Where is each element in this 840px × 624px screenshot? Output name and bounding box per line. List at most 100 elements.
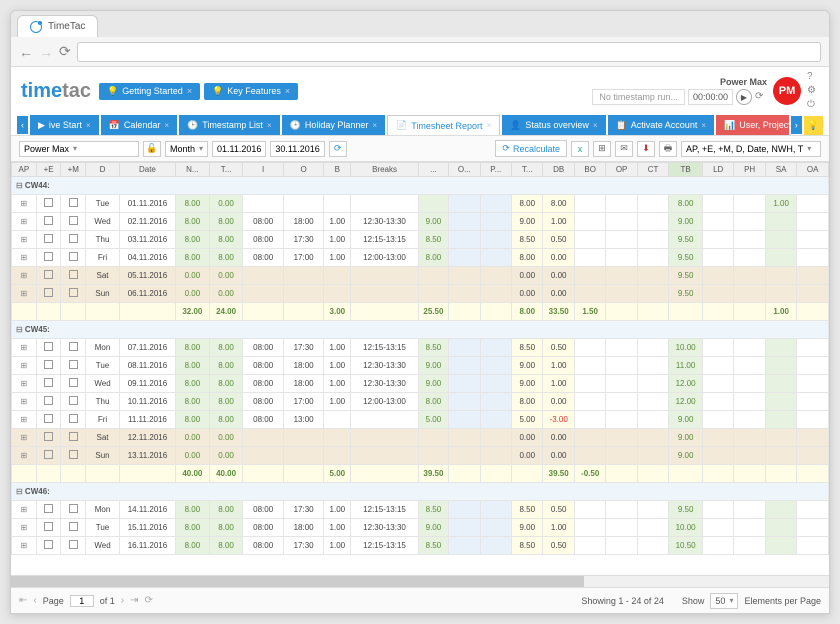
page-last-icon[interactable]: ⇥ (130, 595, 138, 606)
expand-cell[interactable]: ⊞ (12, 537, 37, 555)
expand-cell[interactable]: ⊞ (12, 249, 37, 267)
collapse-icon[interactable]: ⊟ (16, 487, 23, 496)
checkbox-cell[interactable] (61, 267, 86, 285)
expand-cell[interactable]: ⊞ (12, 339, 37, 357)
column-header[interactable]: T... (209, 163, 243, 177)
expand-cell[interactable]: ⊞ (12, 411, 37, 429)
table-row[interactable]: ⊞Mon07.11.20168.008.0008:0017:301.0012:1… (12, 339, 829, 357)
horizontal-scrollbar[interactable] (11, 575, 829, 587)
column-header[interactable]: LD (702, 163, 733, 177)
table-row[interactable]: ⊞Sun06.11.20160.000.000.000.009.50 (12, 285, 829, 303)
page-size-select[interactable]: 50▾ (710, 593, 738, 609)
app-tab[interactable]: 🕒Holiday Planner× (282, 115, 385, 135)
app-tab[interactable]: 📊User, Project, Client, Task Type× (716, 115, 789, 135)
column-header[interactable]: OP (606, 163, 637, 177)
column-header[interactable]: ... (418, 163, 448, 177)
print-icon[interactable]: 🖶 (659, 141, 677, 157)
close-icon[interactable]: × (164, 121, 169, 130)
checkbox-cell[interactable] (61, 285, 86, 303)
export-pdf-icon[interactable]: ⬇ (637, 141, 655, 157)
settings-icon[interactable]: ⚙ (807, 85, 819, 97)
column-header[interactable]: D (86, 163, 120, 177)
close-icon[interactable]: × (486, 121, 491, 130)
page-refresh-icon[interactable]: ⟳ (145, 595, 153, 606)
expand-cell[interactable]: ⊞ (12, 501, 37, 519)
column-header[interactable]: Date (119, 163, 175, 177)
column-header[interactable]: TB (669, 163, 703, 177)
url-bar[interactable] (77, 42, 821, 62)
close-icon[interactable]: × (187, 86, 192, 96)
checkbox-cell[interactable] (36, 447, 61, 465)
recalculate-button[interactable]: ⟳Recalculate (495, 140, 567, 157)
expand-cell[interactable]: ⊞ (12, 231, 37, 249)
expand-cell[interactable]: ⊞ (12, 213, 37, 231)
column-header[interactable]: SA (765, 163, 796, 177)
export-csv-icon[interactable]: ⊞ (593, 141, 611, 157)
close-icon[interactable]: × (86, 121, 91, 130)
checkbox-cell[interactable] (36, 339, 61, 357)
table-row[interactable]: ⊞Wed02.11.20168.008.0008:0018:001.0012:3… (12, 213, 829, 231)
column-header[interactable]: OA (797, 163, 829, 177)
checkbox-cell[interactable] (61, 195, 86, 213)
checkbox-cell[interactable] (61, 249, 86, 267)
page-first-icon[interactable]: ⇤ (19, 595, 27, 606)
checkbox-cell[interactable] (61, 357, 86, 375)
column-header[interactable]: +M (61, 163, 86, 177)
table-row[interactable]: ⊞Tue15.11.20168.008.0008:0018:001.0012:3… (12, 519, 829, 537)
checkbox-cell[interactable] (36, 195, 61, 213)
refresh-icon[interactable]: ⟳ (755, 91, 767, 103)
expand-cell[interactable]: ⊞ (12, 357, 37, 375)
table-row[interactable]: ⊞Sat12.11.20160.000.000.000.009.00 (12, 429, 829, 447)
collapse-icon[interactable]: ⊟ (16, 181, 23, 190)
close-icon[interactable]: × (701, 121, 706, 130)
export-excel-icon[interactable]: x (571, 141, 589, 157)
column-header[interactable]: AP (12, 163, 37, 177)
close-icon[interactable]: × (267, 121, 272, 130)
app-tab[interactable]: 📄Timesheet Report× (387, 115, 500, 135)
checkbox-cell[interactable] (61, 213, 86, 231)
help-icon[interactable]: ? (807, 71, 819, 83)
app-tab[interactable]: 📅Calendar× (101, 115, 177, 135)
table-row[interactable]: ⊞Fri04.11.20168.008.0008:0017:001.0012:0… (12, 249, 829, 267)
logout-icon[interactable]: ⏻ (807, 99, 819, 111)
expand-cell[interactable]: ⊞ (12, 267, 37, 285)
page-input[interactable] (70, 595, 94, 607)
period-select[interactable]: Month▾ (165, 141, 208, 157)
date-to[interactable]: 30.11.2016 (270, 141, 324, 157)
checkbox-cell[interactable] (36, 393, 61, 411)
checkbox-cell[interactable] (61, 429, 86, 447)
checkbox-cell[interactable] (36, 537, 61, 555)
checkbox-cell[interactable] (36, 231, 61, 249)
checkbox-cell[interactable] (36, 267, 61, 285)
column-header[interactable]: I (243, 163, 283, 177)
forward-icon[interactable]: → (39, 44, 53, 60)
column-header[interactable]: B (324, 163, 351, 177)
table-row[interactable]: ⊞Fri11.11.20168.008.0008:0013:005.005.00… (12, 411, 829, 429)
column-header[interactable]: N... (176, 163, 210, 177)
column-header[interactable]: O... (449, 163, 480, 177)
column-header[interactable]: P... (480, 163, 511, 177)
checkbox-cell[interactable] (36, 357, 61, 375)
checkbox-cell[interactable] (36, 429, 61, 447)
checkbox-cell[interactable] (61, 375, 86, 393)
checkbox-cell[interactable] (61, 411, 86, 429)
app-tab[interactable]: 👤Status overview× (502, 115, 605, 135)
back-icon[interactable]: ← (19, 44, 33, 60)
quick-tag[interactable]: 💡Getting Started× (99, 83, 200, 100)
checkbox-cell[interactable] (36, 285, 61, 303)
tabs-scroll-left[interactable]: ‹ (17, 116, 28, 134)
app-tab[interactable]: 🕒Timestamp List× (179, 115, 280, 135)
export-mail-icon[interactable]: ✉ (615, 141, 633, 157)
group-header[interactable]: ⊟ CW46: (12, 483, 829, 501)
page-next-icon[interactable]: › (121, 595, 124, 606)
app-tab[interactable]: ▶ive Start× (30, 115, 99, 135)
close-icon[interactable]: × (372, 121, 377, 130)
column-header[interactable]: +E (36, 163, 61, 177)
app-tab[interactable]: 📋Activate Account× (608, 115, 714, 135)
checkbox-cell[interactable] (36, 501, 61, 519)
column-header[interactable]: O (283, 163, 323, 177)
user-select[interactable]: Power Max▾ (19, 141, 139, 157)
table-row[interactable]: ⊞Tue08.11.20168.008.0008:0018:001.0012:3… (12, 357, 829, 375)
checkbox-cell[interactable] (61, 393, 86, 411)
table-row[interactable]: ⊞Tue01.11.20168.000.008.008.008.001.00 (12, 195, 829, 213)
